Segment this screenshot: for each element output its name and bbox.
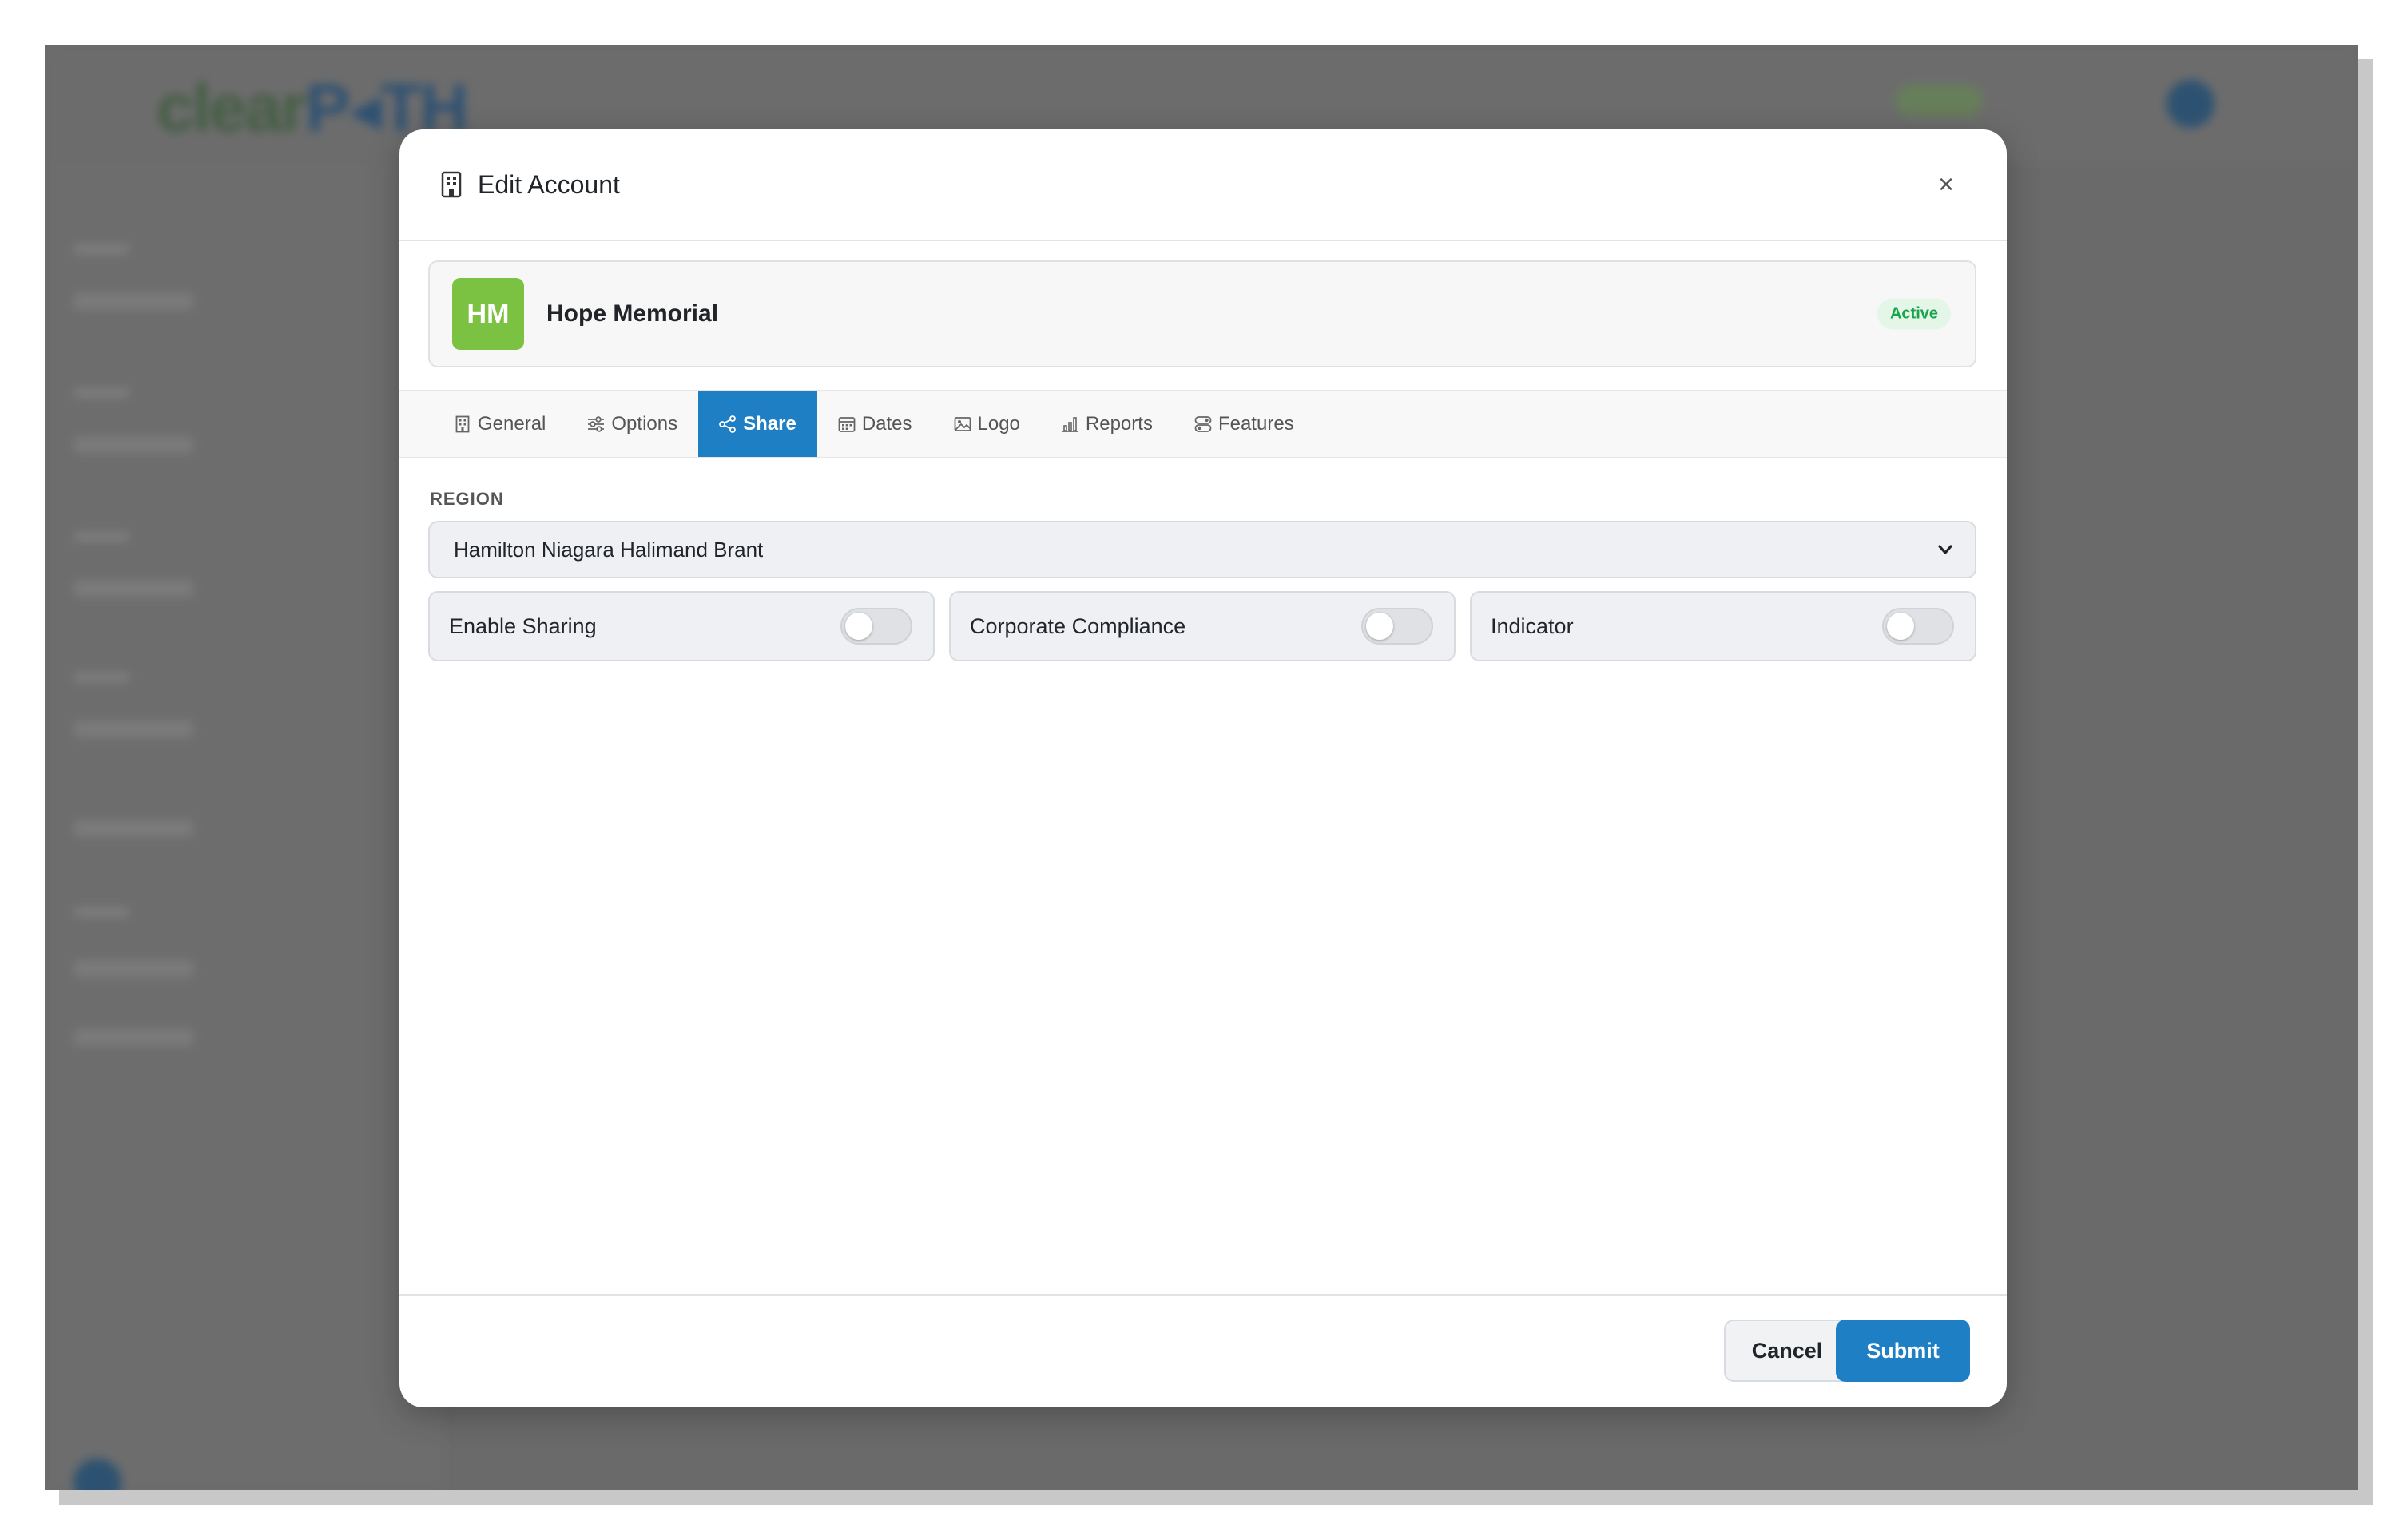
indicator-toggle[interactable] [1882,608,1954,645]
submit-button[interactable]: Submit [1836,1320,1970,1382]
indicator-card: Indicator [1470,591,1976,661]
account-summary-card: HM Hope Memorial Active [428,260,1976,367]
corporate-compliance-label: Corporate Compliance [970,613,1186,638]
enable-sharing-label: Enable Sharing [449,613,597,638]
bar-chart-icon [1062,415,1079,433]
region-label: REGION [430,489,504,509]
region-select[interactable]: Hamilton Niagara Halimand Brant [428,521,1976,578]
indicator-label: Indicator [1491,613,1574,638]
tab-reports[interactable]: Reports [1041,391,1174,457]
calendar-icon [838,415,856,433]
tab-features[interactable]: Features [1174,391,1315,457]
toggles-icon [1194,415,1212,433]
close-icon: × [1938,169,1954,200]
cancel-button[interactable]: Cancel [1724,1320,1850,1382]
edit-account-modal: Edit Account × HM Hope Memorial Active G… [399,129,2007,1407]
tab-general[interactable]: General [433,391,566,457]
enable-sharing-toggle[interactable] [840,608,912,645]
modal-title: Edit Account [478,169,620,199]
tab-logo[interactable]: Logo [933,391,1041,457]
image-icon [954,415,971,433]
account-avatar: HM [452,278,524,350]
status-badge: Active [1877,298,1951,330]
tab-share[interactable]: Share [698,391,817,457]
corporate-compliance-card: Corporate Compliance [949,591,1456,661]
modal-footer: Cancel Submit [399,1294,2007,1407]
share-icon [719,415,737,433]
tab-bar: General Options Share Dates Logo Reports… [399,390,2007,458]
tab-options[interactable]: Options [566,391,698,457]
region-select-value: Hamilton Niagara Halimand Brant [454,537,764,562]
building-icon [439,170,463,199]
tab-dates[interactable]: Dates [817,391,933,457]
sliders-icon [587,415,605,433]
modal-header: Edit Account × [399,129,2007,241]
corporate-compliance-toggle[interactable] [1361,608,1433,645]
chevron-down-icon [1935,539,1956,560]
close-button[interactable]: × [1930,169,1962,200]
account-name: Hope Memorial [546,300,719,327]
enable-sharing-card: Enable Sharing [428,591,935,661]
building-icon [454,415,471,433]
